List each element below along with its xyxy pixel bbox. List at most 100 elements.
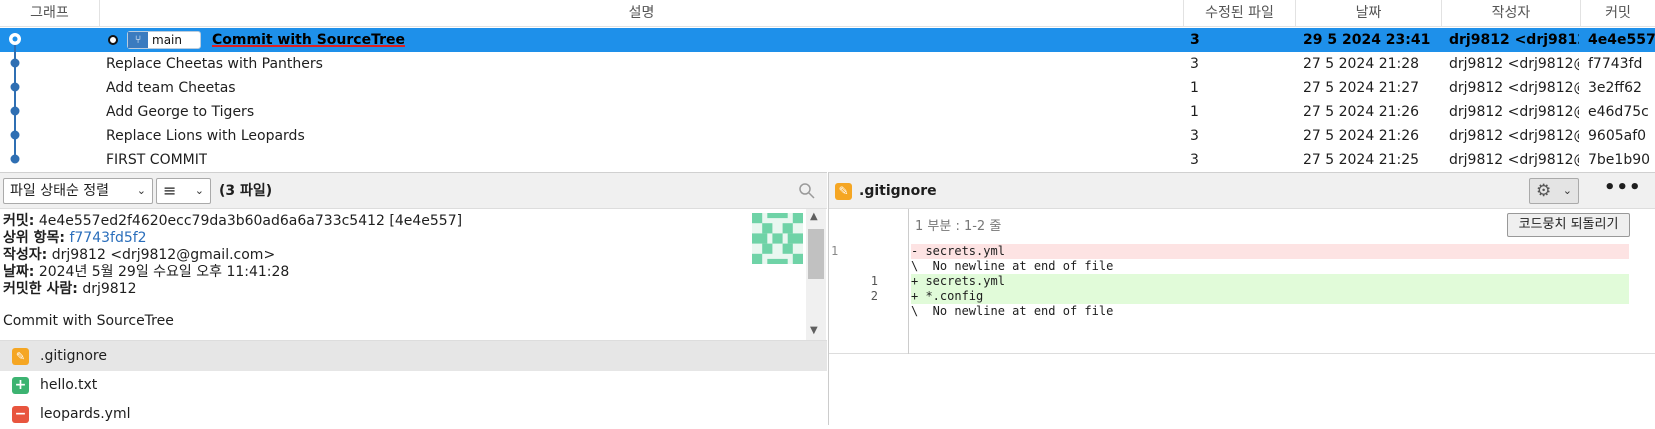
chevron-down-icon: ⌄	[194, 184, 204, 197]
commit-message: Commit with SourceTree	[3, 313, 174, 329]
graph-commit-dot	[10, 82, 20, 92]
diff-line-text: + secrets.yml	[911, 274, 1629, 289]
diff-line-context: \ No newline at end of file	[829, 259, 1629, 274]
header-commit[interactable]: 커밋	[1581, 0, 1655, 27]
commit-author: drj9812 <drj9812@	[1449, 104, 1579, 120]
diff-line-text: + *.config	[911, 289, 1629, 304]
old-line-number: 1	[831, 244, 839, 258]
commit-row[interactable]: Add George to Tigers 1 27 5 2024 21:26 drj9…	[0, 100, 1655, 124]
commit-message: Replace Lions with Leopards	[106, 128, 305, 144]
commit-date: 27 5 2024 21:26	[1303, 104, 1420, 120]
modified-icon: ✎	[835, 183, 852, 200]
changed-files-list: ✎ .gitignore + hello.txt − leopards.yml	[0, 340, 827, 426]
commit-files-count: 1	[1190, 80, 1199, 96]
new-line-number: 2	[870, 289, 878, 303]
commit-author: drj9812 <drj9812	[1449, 32, 1579, 48]
head-indicator-icon	[108, 35, 118, 45]
details-scrollbar[interactable]: ▲ ▼	[806, 209, 826, 340]
header-author[interactable]: 작성자	[1442, 0, 1581, 27]
commit-date: 29 5 2024 23:41	[1303, 32, 1431, 48]
commit-date: 27 5 2024 21:26	[1303, 128, 1420, 144]
diff-options-dropdown[interactable]: ⚙ ⌄	[1529, 178, 1579, 204]
new-line-number: 1	[870, 274, 878, 288]
more-options-icon[interactable]: •••	[1604, 177, 1642, 198]
diff-line-added: 1 + secrets.yml	[829, 274, 1629, 289]
commit-date: 27 5 2024 21:25	[1303, 152, 1420, 168]
commit-author: drj9812 <drj9812@	[1449, 80, 1579, 96]
commit-files-count: 3	[1190, 32, 1200, 48]
scrollbar-thumb[interactable]	[808, 229, 824, 279]
header-date[interactable]: 날짜	[1296, 0, 1442, 27]
diff-toolbar: ✎ .gitignore ⚙ ⌄ •••	[829, 173, 1655, 209]
chevron-down-icon: ⌄	[1562, 184, 1572, 197]
diff-line-context: \ No newline at end of file	[829, 304, 1629, 319]
commit-files-count: 3	[1190, 152, 1199, 168]
diff-file-name: .gitignore	[859, 183, 937, 199]
diff-line-text: \ No newline at end of file	[911, 304, 1114, 318]
file-count: (3 파일)	[219, 183, 273, 199]
file-name: hello.txt	[40, 377, 98, 393]
detail-committer: 커밋한 사람: drj9812	[3, 278, 137, 298]
detail-committer-label: 커밋한 사람:	[3, 281, 78, 297]
files-toolbar: 파일 상태순 정렬 ⌄ ≡ ⌄ (3 파일)	[0, 173, 827, 209]
commit-log: 그래프 설명 수정된 파일 날짜 작성자 커밋 ⑂ main Commit with…	[0, 0, 1655, 172]
commit-message: Add team Cheetas	[106, 80, 236, 96]
branch-label: main	[152, 33, 182, 47]
header-graph[interactable]: 그래프	[0, 0, 100, 27]
commit-graph	[9, 33, 21, 164]
list-icon: ≡	[163, 181, 177, 200]
commit-author: drj9812 <drj9812@	[1449, 56, 1579, 72]
commit-files-count: 3	[1190, 56, 1199, 72]
header-description[interactable]: 설명	[100, 0, 1184, 27]
commit-author: drj9812 <drj9812@	[1449, 128, 1579, 144]
file-row[interactable]: ✎ .gitignore	[0, 341, 827, 371]
chevron-down-icon: ⌄	[136, 184, 146, 197]
sort-label: 파일 상태순 정렬	[10, 183, 110, 199]
commit-row[interactable]: Add team Cheetas 1 27 5 2024 21:27 drj9812 …	[0, 76, 1655, 100]
graph-commit-dot	[10, 58, 20, 68]
diff-view: 1 부분 : 1-2 줄 코드뭉치 되돌리기 1 - secrets.yml \…	[829, 209, 1655, 354]
commit-hash: e46d75c	[1588, 104, 1649, 120]
commit-files-count: 3	[1190, 128, 1199, 144]
gear-icon: ⚙	[1536, 181, 1552, 201]
commit-row[interactable]: Replace Lions with Leopards 3 27 5 2024 21…	[0, 124, 1655, 148]
commit-row[interactable]: Replace Cheetas with Panthers 3 27 5 2024 …	[0, 52, 1655, 76]
commit-row[interactable]: ⑂ main Commit with SourceTree 3 29 5 2024 23…	[0, 28, 1655, 52]
header-changed-files[interactable]: 수정된 파일	[1184, 0, 1296, 27]
modified-icon: ✎	[12, 348, 29, 365]
commit-message: Add George to Tigers	[106, 104, 255, 120]
hunk-header: 1 부분 : 1-2 줄	[915, 219, 1002, 234]
revert-hunk-button[interactable]: 코드뭉치 되돌리기	[1507, 213, 1630, 237]
branch-tag[interactable]: ⑂ main	[127, 31, 201, 49]
commit-details: 커밋: 4e4e557ed2f4620ecc79da3b60ad6a6a733c…	[0, 209, 827, 340]
removed-icon: −	[12, 406, 29, 423]
commit-message: FIRST COMMIT	[106, 152, 208, 168]
scroll-down-icon[interactable]: ▼	[810, 325, 818, 336]
graph-commit-dot	[10, 130, 20, 140]
graph-commit-dot	[10, 106, 20, 116]
detail-committer-value: drj9812	[82, 281, 137, 297]
commit-date: 27 5 2024 21:27	[1303, 80, 1420, 96]
commit-date: 27 5 2024 21:28	[1303, 56, 1420, 72]
commit-author: drj9812 <drj9812@	[1449, 152, 1579, 168]
graph-head-dot	[12, 36, 18, 42]
branch-icon: ⑂	[128, 32, 148, 48]
commit-files-count: 1	[1190, 104, 1199, 120]
commit-hash: 7be1b90	[1588, 152, 1651, 168]
view-mode-dropdown[interactable]: ≡ ⌄	[156, 178, 211, 204]
commit-message: Replace Cheetas with Panthers	[106, 56, 323, 72]
file-name: .gitignore	[40, 348, 107, 364]
commit-hash: 9605af0	[1588, 128, 1647, 144]
diff-line-text: \ No newline at end of file	[911, 259, 1114, 273]
commit-hash: f7743fd	[1588, 56, 1643, 72]
files-panel: 파일 상태순 정렬 ⌄ ≡ ⌄ (3 파일) 커밋: 4e4e557ed2f46…	[0, 172, 827, 425]
search-icon[interactable]	[798, 182, 816, 200]
file-row[interactable]: + hello.txt	[0, 370, 827, 400]
added-icon: +	[12, 377, 29, 394]
scroll-up-icon[interactable]: ▲	[810, 211, 818, 222]
graph-commit-dot	[10, 154, 20, 164]
sort-dropdown[interactable]: 파일 상태순 정렬 ⌄	[3, 178, 153, 204]
commit-hash: 4e4e557	[1588, 32, 1655, 48]
commit-message: Commit with SourceTree	[212, 32, 405, 48]
commit-row[interactable]: FIRST COMMIT 3 27 5 2024 21:25 drj9812 <drj…	[0, 148, 1655, 172]
